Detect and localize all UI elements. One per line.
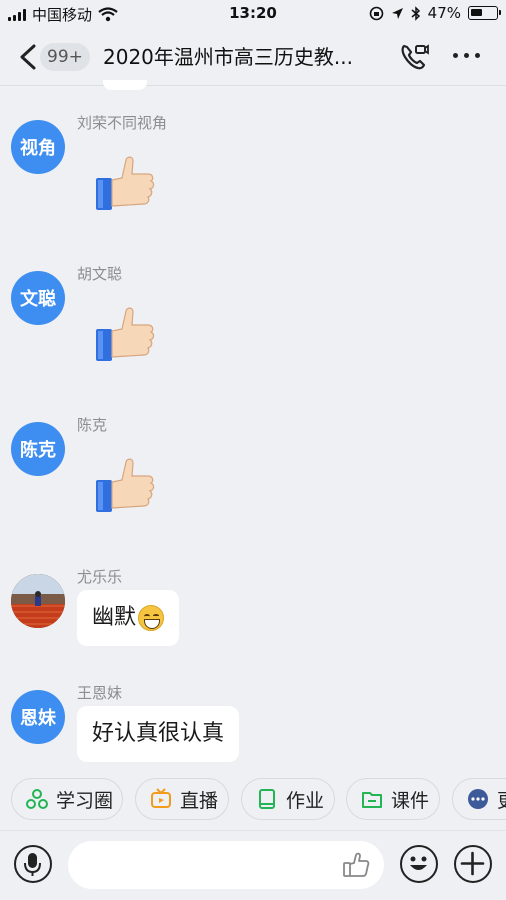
tv-icon xyxy=(151,788,171,808)
sender-name: 尤乐乐 xyxy=(77,568,123,586)
message-bubble[interactable]: 幽默 xyxy=(77,590,180,646)
tab-homework[interactable]: 作业 xyxy=(241,778,335,820)
more-dots-icon xyxy=(468,789,488,809)
location-icon xyxy=(391,7,403,19)
tab-courseware[interactable]: 课件 xyxy=(346,778,440,820)
screen-rotation-lock-icon xyxy=(369,6,383,20)
tab-label: 直播 xyxy=(180,789,219,812)
unread-badge[interactable]: 99+ xyxy=(40,43,90,71)
tab-label: 课件 xyxy=(391,789,430,812)
grinning-face-icon xyxy=(138,605,165,631)
voice-input-button[interactable] xyxy=(14,845,52,883)
message-bubble[interactable]: 好认真很认真 xyxy=(77,706,240,762)
quick-tabs-bar: 学习圈 直播 作业 课件 更 xyxy=(0,772,506,828)
phone-call-icon[interactable] xyxy=(398,41,430,73)
emoji-button[interactable] xyxy=(400,845,438,883)
avatar[interactable]: 陈克 xyxy=(11,422,65,476)
tab-label: 学习圈 xyxy=(56,789,114,812)
thumbs-up-sticker-icon[interactable] xyxy=(92,154,158,214)
like-icon[interactable] xyxy=(342,851,370,879)
sender-name: 王恩妹 xyxy=(77,684,123,702)
chat-title[interactable]: 2020年温州市高三历史教... xyxy=(103,42,383,72)
input-bar xyxy=(0,830,506,900)
microphone-icon xyxy=(24,853,41,876)
bluetooth-icon xyxy=(411,5,420,21)
avatar-photo[interactable] xyxy=(11,574,65,628)
battery-icon xyxy=(468,6,501,20)
folder-icon xyxy=(362,792,382,808)
avatar[interactable]: 文聪 xyxy=(11,271,65,325)
message-input[interactable] xyxy=(68,841,384,889)
tab-more[interactable]: 更 xyxy=(452,778,506,820)
message-text: 幽默 xyxy=(92,605,137,630)
battery-percent: 47% xyxy=(427,4,461,22)
status-bar: 中国移动 13:20 47% xyxy=(0,0,506,28)
thumbs-up-sticker-icon[interactable] xyxy=(92,456,158,516)
more-icon[interactable] xyxy=(453,53,480,58)
tab-learning-circle[interactable]: 学习圈 xyxy=(11,778,123,820)
sender-name: 胡文聪 xyxy=(77,265,123,283)
sender-name: 刘荣不同视角 xyxy=(77,114,168,132)
previous-message-bubble xyxy=(103,80,147,90)
tab-label: 更 xyxy=(497,786,506,813)
tab-label: 作业 xyxy=(286,789,325,812)
avatar-image xyxy=(11,574,65,628)
plus-icon xyxy=(460,851,485,876)
sender-name: 陈克 xyxy=(77,416,108,434)
avatar[interactable]: 视角 xyxy=(11,120,65,174)
smiley-icon xyxy=(410,856,427,870)
tab-live[interactable]: 直播 xyxy=(135,778,229,820)
circle-group-icon xyxy=(26,789,48,809)
chat-header: 99+ 2020年温州市高三历史教... xyxy=(0,28,506,86)
message-text: 好认真很认真 xyxy=(92,721,225,746)
thumbs-up-sticker-icon[interactable] xyxy=(92,305,158,365)
plus-button[interactable] xyxy=(454,845,492,883)
book-icon xyxy=(259,789,275,809)
avatar[interactable]: 恩妹 xyxy=(11,690,65,744)
